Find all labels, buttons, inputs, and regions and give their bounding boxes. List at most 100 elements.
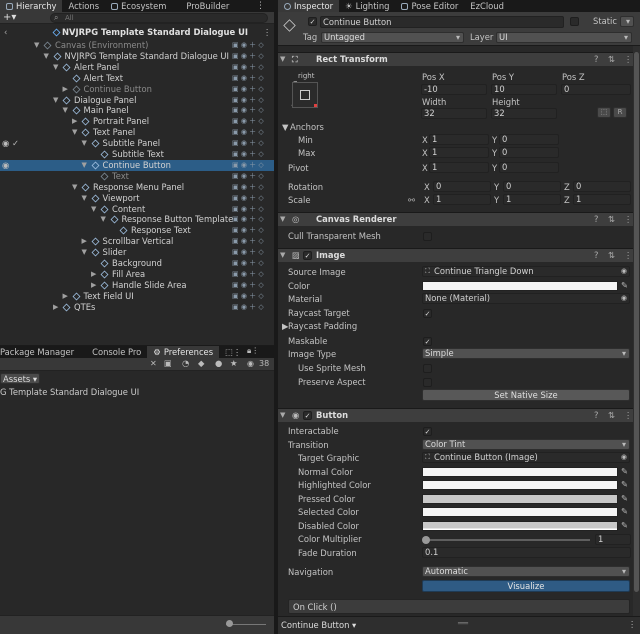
tab-pose-editor[interactable]: Pose Editor xyxy=(395,0,464,12)
width-field[interactable]: 32 xyxy=(421,108,487,119)
foldout-icon[interactable]: ▼ xyxy=(280,409,285,422)
hierarchy-item[interactable]: ▼ Viewport ▣ ◉ ＋ ◇ xyxy=(0,193,274,204)
expanded-arrow-icon[interactable]: ▼ xyxy=(72,182,81,193)
tab-console-pro[interactable]: Console Pro xyxy=(80,346,147,358)
presets-icon[interactable]: ⇅ xyxy=(608,53,615,66)
object-picker-icon[interactable]: ◉ xyxy=(621,453,627,462)
hierarchy-item[interactable]: ▶ Handle Slide Area ▣ ◉ ＋ ◇ xyxy=(0,280,274,291)
height-field[interactable]: 32 xyxy=(491,108,557,119)
component-menu-icon[interactable]: ⋮ xyxy=(624,409,632,422)
component-badges-icon[interactable]: ▣ ◉ ＋ ◇ xyxy=(232,73,264,84)
eyedropper-icon[interactable]: ✎ xyxy=(621,520,628,530)
eye-icon[interactable]: ◉ xyxy=(247,359,254,368)
canvas-renderer-header[interactable]: ▼ ◎ Canvas Renderer ? ⇅ ⋮ xyxy=(278,212,640,226)
expanded-arrow-icon[interactable]: ▼ xyxy=(101,214,110,225)
component-badges-icon[interactable]: ▣ ◉ ＋ ◇ xyxy=(232,127,264,138)
help-icon[interactable]: ? xyxy=(594,249,598,262)
use-sprite-mesh-checkbox[interactable] xyxy=(423,364,432,373)
button-enabled-checkbox[interactable]: ✓ xyxy=(303,411,312,420)
hierarchy-item[interactable]: ▼ Text Panel ▣ ◉ ＋ ◇ xyxy=(0,127,274,138)
component-badges-icon[interactable]: ▣ ◉ ＋ ◇ xyxy=(232,160,264,171)
eyedropper-icon[interactable]: ✎ xyxy=(621,493,628,503)
visibility-eye-icon[interactable]: ◉ ✓ xyxy=(2,138,19,149)
hierarchy-item[interactable]: ▶ Fill Area ▣ ◉ ＋ ◇ xyxy=(0,269,274,280)
foldout-icon[interactable]: ▼ xyxy=(280,53,285,66)
lock-icon[interactable]: 🔒︎⋮ xyxy=(247,346,259,356)
pivot-y-field[interactable]: 0 xyxy=(499,162,559,173)
component-badges-icon[interactable]: ▣ ◉ ＋ ◇ xyxy=(232,236,264,247)
active-checkbox[interactable]: ✓ xyxy=(308,17,317,26)
transition-dropdown[interactable]: Color Tint xyxy=(422,439,630,450)
component-badges-icon[interactable]: ▣ ◉ ＋ ◇ xyxy=(232,258,264,269)
maskable-checkbox[interactable]: ✓ xyxy=(423,337,432,346)
expanded-arrow-icon[interactable]: ▼ xyxy=(53,95,62,106)
expanded-arrow-icon[interactable]: ▼ xyxy=(44,51,53,62)
hierarchy-item[interactable]: ▼ Continue Button ▣ ◉ ＋ ◇ ◉ xyxy=(0,159,274,171)
tag-dropdown[interactable]: Untagged xyxy=(321,32,464,43)
color-multiplier-field[interactable]: 1 xyxy=(595,534,631,545)
more-options-icon[interactable]: ⋮ xyxy=(256,1,265,11)
hierarchy-item[interactable]: Background ▣ ◉ ＋ ◇ xyxy=(0,258,274,269)
target-graphic-field[interactable]: ⛶ Continue Button (Image) ◉ xyxy=(422,452,630,463)
raw-edit-button[interactable]: R xyxy=(613,107,627,118)
hierarchy-item[interactable]: ▼ Slider ▣ ◉ ＋ ◇ xyxy=(0,247,274,258)
presets-icon[interactable]: ⇅ xyxy=(608,409,615,422)
interactable-checkbox[interactable]: ✓ xyxy=(423,427,432,436)
rotation-y-field[interactable]: 0 xyxy=(503,181,561,192)
highlighted-color-swatch[interactable] xyxy=(422,480,618,490)
pressed-color-swatch[interactable] xyxy=(422,494,618,504)
posz-field[interactable]: 0 xyxy=(561,84,631,95)
expanded-arrow-icon[interactable]: ▼ xyxy=(82,193,91,204)
anchor-preset-button[interactable] xyxy=(292,82,318,108)
hierarchy-item[interactable]: ▼ Canvas (Environment) ▣ ◉ ＋ ◇ xyxy=(0,40,274,51)
hierarchy-item[interactable]: ▼ Subtitle Panel ▣ ◉ ＋ ◇ ◉ ✓ xyxy=(0,138,274,149)
collapsed-arrow-icon[interactable]: ▶ xyxy=(53,302,62,313)
component-badges-icon[interactable]: ▣ ◉ ＋ ◇ xyxy=(232,214,264,225)
hierarchy-item[interactable]: ▼ Response Menu Panel ▣ ◉ ＋ ◇ xyxy=(0,182,274,193)
collapsed-arrow-icon[interactable]: ▶ xyxy=(72,116,81,127)
tab-lighting[interactable]: ☀︎ Lighting xyxy=(339,0,395,12)
scale-x-field[interactable]: 1 xyxy=(433,194,491,205)
star-icon[interactable]: ★ xyxy=(230,358,238,368)
expanded-arrow-icon[interactable]: ▼ xyxy=(53,62,62,73)
footer-menu-icon[interactable]: ⋮ xyxy=(628,619,636,629)
preview-selector[interactable]: Continue Button ▾ xyxy=(281,620,356,630)
anchor-max-y-field[interactable]: 0 xyxy=(499,147,559,158)
hierarchy-item[interactable]: ▼ Dialogue Panel ▣ ◉ ＋ ◇ xyxy=(0,95,274,106)
hierarchy-item[interactable]: Text ▣ ◉ ＋ ◇ xyxy=(0,171,274,182)
eyedropper-icon[interactable]: ✎ xyxy=(621,506,628,516)
hierarchy-item[interactable]: ▼ Main Panel ▣ ◉ ＋ ◇ xyxy=(0,105,274,116)
component-badges-icon[interactable]: ▣ ◉ ＋ ◇ xyxy=(232,138,264,149)
component-badges-icon[interactable]: ▣ ◉ ＋ ◇ xyxy=(232,302,264,313)
navigation-dropdown[interactable]: Automatic xyxy=(422,566,630,577)
fade-duration-field[interactable]: 0.1 xyxy=(422,547,631,558)
object-picker-icon[interactable]: ◉ xyxy=(621,267,627,276)
rotation-x-field[interactable]: 0 xyxy=(433,181,491,192)
anchor-max-x-field[interactable]: 1 xyxy=(429,147,489,158)
tab-inspector[interactable]: Inspector xyxy=(278,0,340,12)
hierarchy-item[interactable]: Alert Text ▣ ◉ ＋ ◇ xyxy=(0,73,274,84)
tab-ezcloud[interactable]: EzCloud xyxy=(464,0,510,12)
expanded-arrow-icon[interactable]: ▼ xyxy=(82,160,91,171)
component-menu-icon[interactable]: ⋮ xyxy=(624,249,632,262)
tab-overflow[interactable]: ⬚⋮ xyxy=(219,346,247,358)
eyedropper-icon[interactable]: ✎ xyxy=(621,479,628,489)
tab-preferences[interactable]: ⚙ Preferences xyxy=(147,346,220,358)
static-checkbox[interactable] xyxy=(570,17,579,26)
component-badges-icon[interactable]: ▣ ◉ ＋ ◇ xyxy=(232,149,264,160)
label-icon[interactable]: ◆ xyxy=(198,358,204,368)
visibility-eye-icon[interactable]: ◉ xyxy=(2,160,9,171)
layer-dropdown[interactable]: UI xyxy=(496,32,632,43)
close-icon[interactable]: ✕ xyxy=(150,359,157,368)
component-badges-icon[interactable]: ▣ ◉ ＋ ◇ xyxy=(232,171,264,182)
static-dropdown[interactable] xyxy=(620,16,634,27)
raycast-target-checkbox[interactable]: ✓ xyxy=(423,309,432,318)
scale-y-field[interactable]: 1 xyxy=(503,194,561,205)
tab-actions[interactable]: Actions xyxy=(62,0,105,12)
eyedropper-icon[interactable]: ✎ xyxy=(621,466,628,476)
zoom-slider-handle[interactable] xyxy=(226,620,233,627)
pivot-x-field[interactable]: 1 xyxy=(429,162,489,173)
component-badges-icon[interactable]: ▣ ◉ ＋ ◇ xyxy=(232,84,264,95)
component-badges-icon[interactable]: ▣ ◉ ＋ ◇ xyxy=(232,225,264,236)
search-by-type-icon[interactable]: ◔ xyxy=(182,358,189,368)
